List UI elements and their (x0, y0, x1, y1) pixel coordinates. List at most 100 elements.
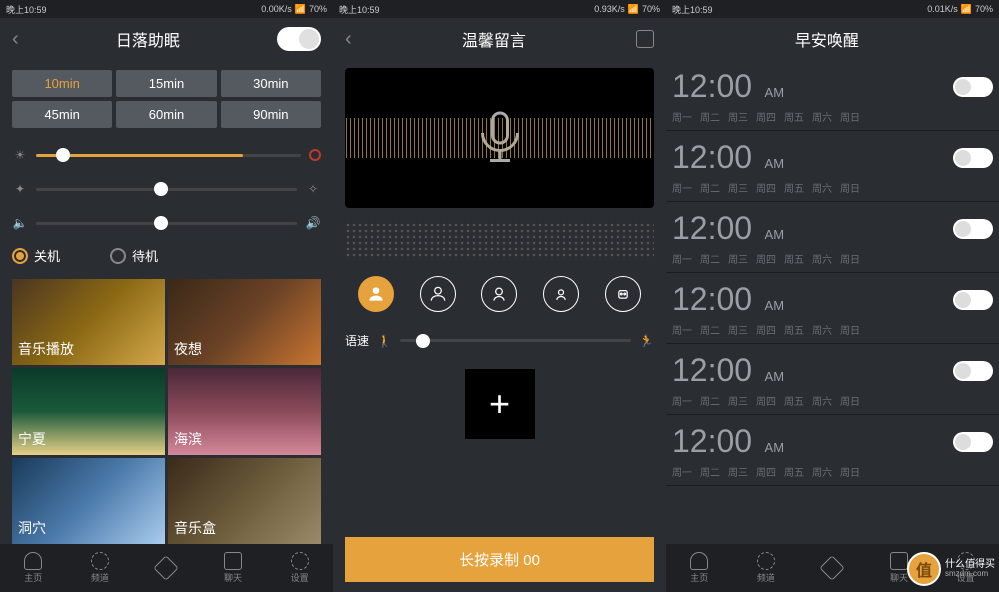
duration-15min[interactable]: 15min (116, 70, 216, 97)
tile-cave[interactable]: 洞穴 (12, 458, 165, 544)
sleep-aid-screen: 晚上10:59 0.00K/s 📶 70% ‹ 日落助眠 10min 15min… (0, 0, 333, 592)
alarm-item[interactable]: 12:00 AM 周一周二周三周四周五周六周日 (666, 415, 999, 486)
bottom-nav: 主页 频道 聊天 设置 (0, 544, 333, 592)
day-label: 周五 (784, 109, 804, 124)
alarm-ampm: AM (765, 298, 785, 313)
alarm-item[interactable]: 12:00 AM 周一周二周三周四周五周六周日 (666, 273, 999, 344)
nav-chat[interactable]: 聊天 (224, 552, 242, 584)
tile-night[interactable]: 夜想 (168, 279, 321, 365)
page-title: 早安唤醒 (685, 27, 969, 51)
radio-standby[interactable]: 待机 (110, 246, 158, 265)
nav-label: 频道 (757, 571, 775, 584)
nav-home[interactable]: 主页 (690, 552, 708, 584)
day-label: 周四 (756, 109, 776, 124)
speed-label: 语速 (345, 332, 369, 349)
alarm-item[interactable]: 12:00 AM 周一周二周三周四周五周六周日 (666, 202, 999, 273)
share-icon[interactable] (636, 30, 654, 48)
header: ‹ 早安唤醒 (666, 18, 999, 60)
cube-icon (154, 555, 179, 580)
radio-shutdown[interactable]: 关机 (12, 246, 60, 265)
voice-person1[interactable] (358, 276, 394, 312)
watermark-line2: smzdm.com (945, 570, 995, 579)
tile-beach[interactable]: 海滨 (168, 368, 321, 454)
power-mode-radio: 关机 待机 (12, 240, 321, 271)
duration-10min[interactable]: 10min (12, 70, 112, 97)
walk-icon: 🚶 (377, 334, 392, 348)
alarm-toggle[interactable] (953, 148, 993, 168)
voice-female[interactable] (481, 276, 517, 312)
tile-label: 宁夏 (18, 429, 46, 449)
add-button[interactable]: + (465, 369, 535, 439)
header: ‹ 温馨留言 (333, 18, 666, 60)
day-label: 周六 (812, 251, 832, 266)
duration-30min[interactable]: 30min (221, 70, 321, 97)
nav-label: 主页 (690, 571, 708, 584)
alarm-toggle[interactable] (953, 77, 993, 97)
home-icon (690, 552, 708, 570)
voice-person2[interactable] (420, 276, 456, 312)
slider-volume[interactable]: 🔈 🔊 (12, 216, 321, 230)
feature-toggle[interactable] (277, 27, 321, 51)
alarm-item[interactable]: 12:00 AM 周一周二周三周四周五周六周日 (666, 131, 999, 202)
net-speed: 0.93K/s (594, 4, 625, 14)
day-label: 周一 (672, 109, 692, 124)
duration-45min[interactable]: 45min (12, 101, 112, 128)
day-label: 周五 (784, 393, 804, 408)
slider-sun[interactable]: ☀ (12, 148, 321, 162)
day-label: 周五 (784, 322, 804, 337)
nav-chat[interactable]: 聊天 (890, 552, 908, 584)
alarm-item[interactable]: 12:00 AM 周一周二周三周四周五周六周日 (666, 344, 999, 415)
day-label: 周四 (756, 322, 776, 337)
status-bar: 晚上10:59 0.00K/s 📶 70% (0, 0, 333, 18)
chat-icon (224, 552, 242, 570)
status-time: 晚上10:59 (6, 3, 47, 16)
alarm-days: 周一周二周三周四周五周六周日 (672, 322, 993, 337)
tile-music[interactable]: 音乐播放 (12, 279, 165, 365)
status-time: 晚上10:59 (672, 3, 713, 16)
day-label: 周三 (728, 109, 748, 124)
nav-center[interactable] (157, 559, 175, 577)
back-icon[interactable]: ‹ (12, 28, 19, 51)
duration-60min[interactable]: 60min (116, 101, 216, 128)
nav-channel[interactable]: 频道 (91, 552, 109, 584)
content: 12:00 AM 周一周二周三周四周五周六周日 12:00 AM 周一周二周三周… (666, 60, 999, 544)
back-icon[interactable]: ‹ (345, 28, 352, 51)
battery-text: 70% (975, 4, 993, 14)
record-button[interactable]: 长按录制 00 (345, 537, 654, 582)
duration-selector: 10min 15min 30min 45min 60min 90min (12, 70, 321, 128)
speech-speed-slider[interactable]: 语速 🚶 🏃 (345, 332, 654, 349)
nav-home[interactable]: 主页 (24, 552, 42, 584)
nav-settings[interactable]: 设置 (291, 552, 309, 584)
day-label: 周一 (672, 251, 692, 266)
tile-musicbox[interactable]: 音乐盒 (168, 458, 321, 544)
alarm-toggle[interactable] (953, 219, 993, 239)
tile-ningxia[interactable]: 宁夏 (12, 368, 165, 454)
watermark-text: 什么值得买 smzdm.com (945, 559, 995, 579)
voice-robot[interactable] (605, 276, 641, 312)
nav-channel[interactable]: 频道 (757, 552, 775, 584)
signal-icon: 📶 (628, 4, 639, 15)
day-label: 周日 (840, 109, 860, 124)
voice-message-screen: 晚上10:59 0.93K/s 📶 70% ‹ 温馨留言 语速 🚶 🏃 (333, 0, 666, 592)
alarm-toggle[interactable] (953, 361, 993, 381)
sound-grid: 音乐播放 夜想 宁夏 海滨 洞穴 音乐盒 (12, 279, 321, 544)
voice-child[interactable] (543, 276, 579, 312)
day-label: 周二 (700, 464, 720, 479)
alarm-toggle[interactable] (953, 290, 993, 310)
alarm-ampm: AM (765, 85, 785, 100)
alarm-toggle[interactable] (953, 432, 993, 452)
radio-label: 待机 (132, 246, 158, 265)
day-label: 周一 (672, 180, 692, 195)
content: 语速 🚶 🏃 + 长按录制 00 (333, 60, 666, 592)
net-speed: 0.00K/s (261, 4, 292, 14)
day-label: 周一 (672, 393, 692, 408)
slider-brightness[interactable]: ✦ ✧ (12, 182, 321, 196)
nav-center[interactable] (823, 559, 841, 577)
alarm-item[interactable]: 12:00 AM 周一周二周三周四周五周六周日 (666, 60, 999, 131)
status-bar: 晚上10:59 0.01K/s 📶 70% (666, 0, 999, 18)
duration-90min[interactable]: 90min (221, 101, 321, 128)
tile-label: 洞穴 (18, 518, 46, 538)
day-label: 周六 (812, 322, 832, 337)
volume-low-icon: 🔈 (12, 216, 28, 230)
nav-label: 设置 (291, 571, 309, 584)
